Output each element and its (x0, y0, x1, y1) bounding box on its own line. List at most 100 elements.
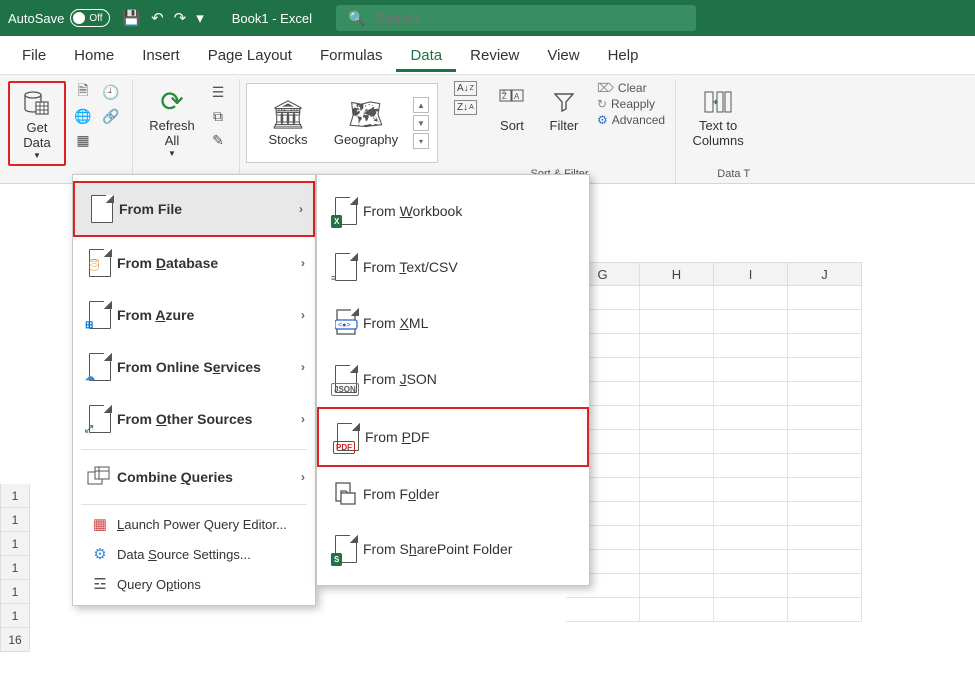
sort-asc-button[interactable]: A↓Z (454, 81, 477, 96)
text-to-columns-button[interactable]: Text to Columns (686, 81, 750, 153)
menu-from-database[interactable]: From Database › (73, 237, 315, 289)
submenu-from-sharepoint-folder[interactable]: S From SharePoint Folder (317, 521, 589, 577)
chevron-right-icon: › (301, 308, 305, 322)
filter-icon (553, 85, 575, 119)
submenu-from-text-csv[interactable]: ≡ From Text/CSV (317, 239, 589, 295)
row-header[interactable]: 16 (0, 628, 30, 652)
cloud-icon: ☁ (83, 353, 117, 381)
stocks-icon: 🏛 (270, 99, 306, 133)
database-icon (83, 249, 117, 277)
from-web-small-icon[interactable]: 🌐 (72, 105, 94, 127)
menu-item-label: From SharePoint Folder (363, 541, 577, 557)
menu-item-label: From Azure (117, 307, 301, 323)
row-header[interactable]: 1 (0, 484, 30, 508)
menu-from-file[interactable]: From File › (73, 181, 315, 237)
menu-data-source-settings[interactable]: ⚙ Data Source Settings... (73, 539, 315, 569)
recent-sources-small-icon[interactable]: 🕘 (100, 81, 122, 103)
menu-combine-queries[interactable]: Combine Queries › (73, 454, 315, 500)
qat-more-icon[interactable]: ▾ (196, 9, 204, 27)
chevron-up-icon[interactable]: ▲ (413, 97, 429, 113)
stocks-button[interactable]: 🏛 Stocks (255, 95, 321, 152)
menu-item-label: From Text/CSV (363, 259, 577, 275)
menu-from-online-services[interactable]: ☁ From Online Services › (73, 341, 315, 393)
tab-home[interactable]: Home (60, 39, 128, 72)
menu-launch-power-query[interactable]: ▦ Launch Power Query Editor... (73, 509, 315, 539)
menu-from-azure[interactable]: ⊞ From Azure › (73, 289, 315, 341)
file-icon (85, 195, 119, 223)
ribbon-content: Get Data ▼ 🗎 🌐 ▦ 🕘 🔗 ⟳ Refresh All ▼ ☰ (0, 74, 975, 184)
database-icon (24, 87, 50, 121)
search-icon: 🔍 (348, 10, 365, 27)
clear-filter-button[interactable]: ⌦Clear (597, 81, 665, 95)
properties-icon[interactable]: ⧉ (207, 105, 229, 127)
search-input[interactable] (373, 9, 684, 27)
chevron-down-icon[interactable]: ▼ (413, 115, 429, 131)
data-type-gallery-spinner[interactable]: ▲ ▼ ▾ (413, 97, 429, 149)
row-header[interactable]: 1 (0, 580, 30, 604)
submenu-from-workbook[interactable]: X From Workbook (317, 183, 589, 239)
save-icon[interactable]: 💾 (122, 9, 141, 27)
chevron-right-icon: › (301, 412, 305, 426)
redo-icon[interactable]: ↷ (174, 9, 187, 27)
menu-query-options[interactable]: ☲ Query Options (73, 569, 315, 599)
column-header[interactable]: I (714, 262, 788, 286)
tab-help[interactable]: Help (594, 39, 653, 72)
quick-access-toolbar: 💾 ↶ ↷ ▾ (122, 9, 203, 27)
autosave-pill[interactable]: Off (70, 9, 110, 27)
row-header[interactable]: 1 (0, 556, 30, 580)
tab-data[interactable]: Data (396, 39, 456, 72)
submenu-from-xml[interactable]: <●> From XML (317, 295, 589, 351)
svg-text:A: A (514, 92, 520, 101)
text-to-columns-label: Text to Columns (692, 119, 743, 149)
tab-page-layout[interactable]: Page Layout (194, 39, 306, 72)
json-icon: JSON (329, 365, 363, 393)
sort-desc-button[interactable]: Z↓A (454, 100, 477, 115)
tab-review[interactable]: Review (456, 39, 533, 72)
title-bar: AutoSave Off 💾 ↶ ↷ ▾ Book1 - Excel 🔍 (0, 0, 975, 36)
menu-item-label: From Other Sources (117, 411, 301, 427)
filter-button[interactable]: Filter (541, 81, 587, 138)
reapply-filter-button[interactable]: ↻Reapply (597, 97, 665, 111)
geography-icon: 🗺 (348, 99, 384, 133)
sort-button[interactable]: ZAA Sort (489, 81, 535, 138)
tab-view[interactable]: View (533, 39, 593, 72)
chevron-right-icon: › (301, 360, 305, 374)
tab-insert[interactable]: Insert (128, 39, 194, 72)
existing-connections-small-icon[interactable]: 🔗 (100, 105, 122, 127)
chevron-right-icon: › (301, 470, 305, 484)
submenu-from-json[interactable]: JSON From JSON (317, 351, 589, 407)
menu-item-label: From XML (363, 315, 577, 331)
queries-connections-icon[interactable]: ☰ (207, 81, 229, 103)
sort-dialog-icon: ZAA (499, 85, 525, 119)
get-data-button[interactable]: Get Data ▼ (8, 81, 66, 166)
ribbon-tabs: File Home Insert Page Layout Formulas Da… (0, 36, 975, 74)
tab-formulas[interactable]: Formulas (306, 39, 397, 72)
column-header[interactable]: J (788, 262, 862, 286)
refresh-all-button[interactable]: ⟳ Refresh All ▼ (143, 81, 201, 162)
from-table-small-icon[interactable]: ▦ (72, 129, 94, 151)
folder-icon (329, 481, 363, 507)
gallery-expand-icon[interactable]: ▾ (413, 133, 429, 149)
azure-icon: ⊞ (83, 301, 117, 329)
gear-icon: ⚙ (83, 545, 117, 563)
submenu-from-pdf[interactable]: PDF From PDF (317, 407, 589, 467)
menu-item-label: Data Source Settings... (117, 547, 305, 562)
menu-from-other-sources[interactable]: ⤢ From Other Sources › (73, 393, 315, 445)
row-header[interactable]: 1 (0, 508, 30, 532)
autosave-toggle[interactable]: AutoSave Off (8, 9, 110, 27)
column-header[interactable]: H (640, 262, 714, 286)
geography-button[interactable]: 🗺 Geography (327, 95, 405, 152)
reapply-icon: ↻ (597, 97, 607, 111)
advanced-icon: ⚙ (597, 113, 608, 127)
advanced-filter-button[interactable]: ⚙Advanced (597, 113, 665, 127)
from-text-csv-small-icon[interactable]: 🗎 (72, 81, 94, 103)
row-header[interactable]: 1 (0, 604, 30, 628)
undo-icon[interactable]: ↶ (151, 9, 164, 27)
tab-file[interactable]: File (8, 39, 60, 72)
stocks-label: Stocks (268, 133, 307, 148)
search-box[interactable]: 🔍 (336, 5, 696, 31)
submenu-from-folder[interactable]: From Folder (317, 467, 589, 521)
row-header[interactable]: 1 (0, 532, 30, 556)
menu-item-label: From Online Services (117, 359, 301, 375)
edit-links-icon[interactable]: ✎ (207, 129, 229, 151)
